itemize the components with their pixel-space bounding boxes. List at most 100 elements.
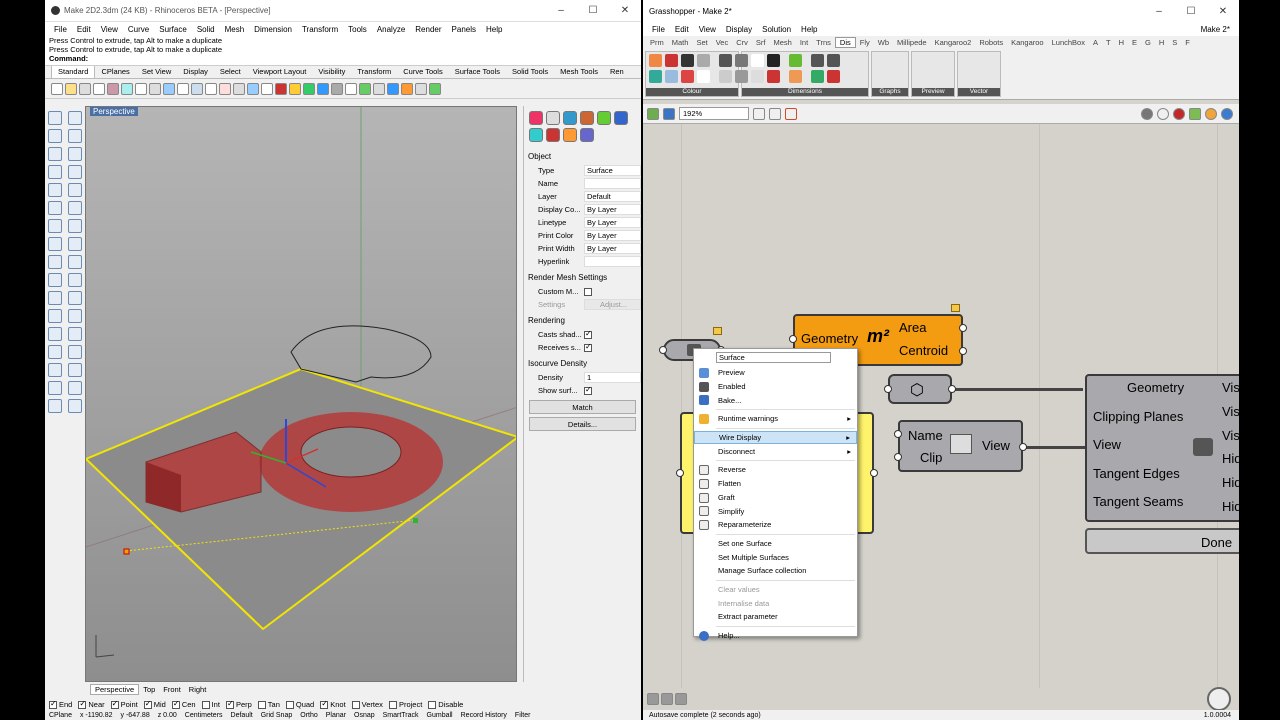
tool-icon[interactable] [68,147,82,161]
casts-shadows-checkbox[interactable] [584,329,592,339]
menu-help[interactable]: Help... [694,629,857,643]
wire-display-icon[interactable] [1157,107,1169,120]
menu-mesh[interactable]: Mesh [220,25,250,34]
osnap-checkbox[interactable] [171,699,180,709]
gh-doc-name[interactable]: Make 2* [1196,25,1235,34]
tool-icon[interactable] [48,111,62,125]
toolbar-tab[interactable]: Select [214,66,247,78]
toolbar-tool-icon[interactable] [79,82,91,95]
menu-analyze[interactable]: Analyze [372,25,410,34]
tool-icon[interactable] [68,129,82,143]
menu-solid[interactable]: Solid [192,25,220,34]
toolbar-tool-icon[interactable] [65,82,77,95]
toolbar-tab[interactable]: Ren [604,66,630,78]
output-port[interactable] [948,385,956,393]
toolbar-tool-icon[interactable] [429,82,441,95]
tool-icon[interactable] [48,327,62,341]
tool-icon[interactable] [68,363,82,377]
toolbar-tool-icon[interactable] [51,82,63,95]
viewport-title[interactable]: Perspective [90,107,138,116]
shaded-preview-icon[interactable] [1173,107,1185,120]
toolbar-tool-icon[interactable] [345,82,357,95]
tool-icon[interactable] [68,219,82,233]
command-area[interactable]: Press Control to extrude, tap Alt to mak… [45,36,641,66]
gh-tab[interactable]: Trns [812,38,835,47]
menu-view[interactable]: View [96,25,123,34]
gh-component-icon[interactable] [827,54,840,67]
toolbar-tool-icon[interactable] [163,82,175,95]
perspective-viewport[interactable]: Perspective [85,106,517,682]
tool-icon[interactable] [48,309,62,323]
make2d-component[interactable]: Geometry Clipping Planes View Tangent Edges… [1085,374,1239,522]
remote-icon[interactable] [661,693,673,705]
toolbar-tab[interactable]: Solid Tools [506,66,554,78]
gh-component-icon[interactable] [681,70,694,83]
tool-icon[interactable] [48,201,62,215]
toolbar-tool-icon[interactable] [373,82,385,95]
viewport-tab-front[interactable]: Front [159,685,185,694]
gh-component-icon[interactable] [697,54,710,67]
gh-menu-help[interactable]: Help [796,25,822,34]
gh-menu-solution[interactable]: Solution [757,25,796,34]
toolbar-tool-icon[interactable] [415,82,427,95]
gh-tab[interactable]: Dis [834,37,856,48]
gh-component-icon[interactable] [649,70,662,83]
tool-icon[interactable] [68,255,82,269]
property-tab-icon[interactable] [597,111,611,125]
osnap-knot[interactable]: Knot [320,699,346,709]
gh-component-icon[interactable] [767,70,780,83]
sketch-icon[interactable] [785,107,797,120]
osnap-end[interactable]: End [49,699,72,709]
tool-icon[interactable] [48,291,62,305]
open-file-icon[interactable] [647,107,659,120]
receives-shadows-checkbox[interactable] [584,342,592,352]
gh-minimize-button[interactable]: – [1143,6,1175,17]
tool-icon[interactable] [48,147,62,161]
menu-curve[interactable]: Curve [123,25,154,34]
gh-tab[interactable]: Prm [646,38,668,47]
tool-icon[interactable] [68,273,82,287]
param-name-input[interactable]: Surface [716,352,831,363]
text-icon[interactable] [675,693,687,705]
input-port[interactable] [789,335,797,343]
osnap-tan[interactable]: Tan [257,700,280,709]
osnap-checkbox[interactable] [110,699,119,709]
details-button[interactable]: Details... [529,417,636,431]
status-item[interactable]: Planar [326,712,346,719]
custom-mesh-checkbox[interactable] [584,287,592,296]
osnap-checkbox[interactable] [201,701,210,709]
status-item[interactable]: Gumball [427,712,453,719]
toolbar-tool-icon[interactable] [387,82,399,95]
tool-icon[interactable] [48,165,62,179]
status-item[interactable]: Osnap [354,712,375,719]
gh-component-icon[interactable] [751,70,764,83]
display-mode-icon[interactable] [1141,107,1153,120]
done-button[interactable]: Done [1085,528,1239,554]
toolbar-tool-icon[interactable] [303,82,315,95]
gh-close-button[interactable]: ✕ [1207,6,1239,17]
tool-icon[interactable] [68,327,82,341]
gh-component-icon[interactable] [665,54,678,67]
gh-component-icon[interactable] [751,54,764,67]
property-tab-icon[interactable] [529,128,543,142]
status-item[interactable]: y -647.88 [121,712,150,719]
osnap-perp[interactable]: Perp [225,699,252,709]
property-tab-icon[interactable] [546,128,560,142]
property-value[interactable] [584,178,641,189]
tool-icon[interactable] [68,183,82,197]
gh-tab[interactable]: Kangaroo [1007,38,1048,47]
input-port[interactable] [894,453,902,461]
property-tab-icon[interactable] [529,111,543,125]
toolbar-tool-icon[interactable] [149,82,161,95]
tool-icon[interactable] [48,219,62,233]
osnap-checkbox[interactable] [225,699,234,709]
toolbar-tool-icon[interactable] [121,82,133,95]
toolbar-tool-icon[interactable] [205,82,217,95]
input-port[interactable] [659,346,667,354]
viewport-tab-right[interactable]: Right [185,685,211,694]
output-port[interactable] [959,324,967,332]
tool-icon[interactable] [48,363,62,377]
menu-enabled[interactable]: Enabled [694,380,857,394]
menu-simplify[interactable]: Simplify [694,504,857,518]
property-value[interactable] [584,256,641,267]
